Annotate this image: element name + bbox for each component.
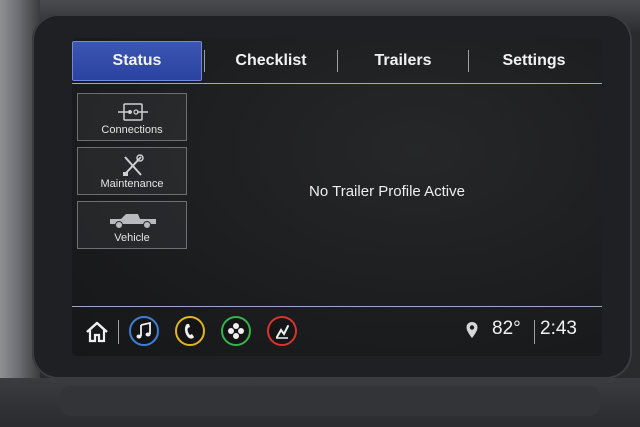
home-icon[interactable] — [84, 319, 110, 345]
apps-grid-icon[interactable] — [221, 316, 251, 346]
vehicle-label: Vehicle — [114, 232, 150, 244]
tab-divider — [72, 83, 602, 84]
tab-label: Settings — [502, 52, 566, 69]
bar-separator — [118, 320, 119, 344]
bar-separator — [534, 320, 535, 344]
tab-bar: Status Checklist Trailers Settings — [72, 40, 602, 82]
infotainment-screen: Status Checklist Trailers Settings Conne… — [72, 38, 602, 356]
tab-label: Status — [112, 52, 162, 69]
tab-settings[interactable]: Settings — [469, 41, 599, 81]
tab-label: Checklist — [235, 52, 307, 69]
maintenance-label: Maintenance — [100, 178, 164, 190]
status-message: No Trailer Profile Active — [309, 183, 465, 200]
connections-button[interactable]: Connections — [77, 93, 187, 141]
dash-lip — [60, 386, 600, 416]
connections-label: Connections — [101, 124, 163, 136]
tab-status[interactable]: Status — [72, 41, 202, 81]
truck-icon — [78, 208, 188, 232]
music-icon[interactable] — [129, 316, 159, 346]
bottom-divider — [72, 306, 602, 307]
maintenance-button[interactable]: Maintenance — [77, 147, 187, 195]
vehicle-button[interactable]: Vehicle — [77, 201, 187, 249]
clock: 2:43 — [540, 318, 577, 339]
outside-temperature: 82° — [492, 318, 521, 339]
bottom-bar: 82° 2:43 — [72, 308, 602, 356]
location-pin-icon — [465, 321, 479, 341]
wrench-screwdriver-icon — [78, 154, 188, 178]
tab-trailers[interactable]: Trailers — [338, 41, 468, 81]
tab-checklist[interactable]: Checklist — [205, 41, 337, 81]
dash-trim — [0, 378, 640, 427]
tab-label: Trailers — [374, 52, 432, 69]
connections-icon — [78, 100, 188, 124]
climate-seat-icon[interactable] — [267, 316, 297, 346]
phone-icon[interactable] — [175, 316, 205, 346]
